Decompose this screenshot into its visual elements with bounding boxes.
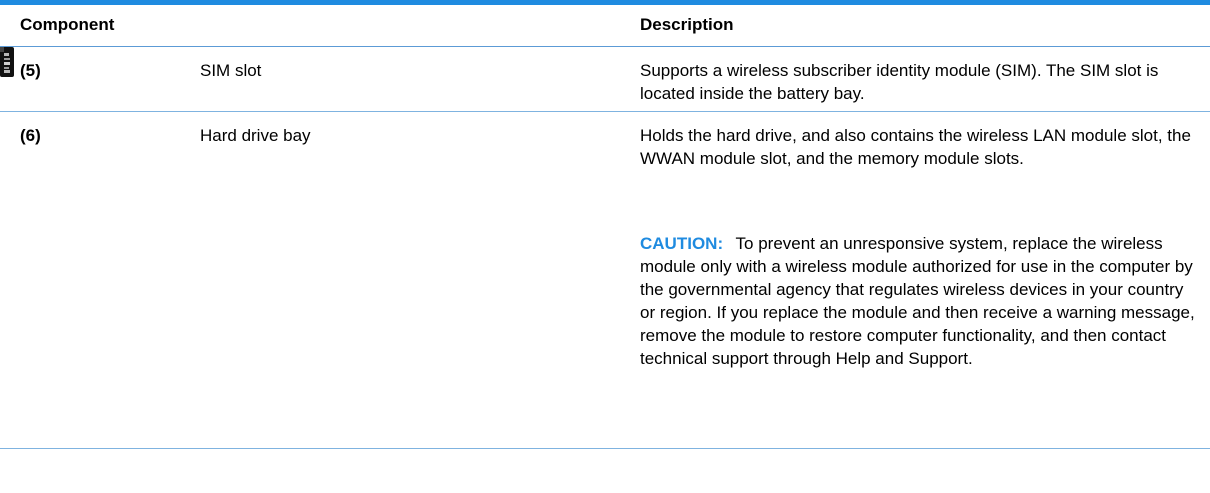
caution-label: CAUTION: xyxy=(640,234,724,253)
row-number: (5) xyxy=(20,61,41,80)
header-description: Description xyxy=(640,15,734,34)
caution-note: CAUTION: To prevent an unresponsive syst… xyxy=(640,232,1200,370)
component-description: Supports a wireless subscriber identity … xyxy=(640,61,1159,103)
table-row: (6) Hard drive bay Holds the hard drive,… xyxy=(0,112,1210,448)
component-table: Component Description (5) SIM slot Suppo… xyxy=(0,0,1210,449)
caution-text: To prevent an unresponsive system, repla… xyxy=(640,234,1195,368)
table-bottom-rule xyxy=(0,448,1210,449)
table-header-row: Component Description xyxy=(0,5,1210,46)
table-row: (5) SIM slot Supports a wireless subscri… xyxy=(0,47,1210,111)
component-name: Hard drive bay xyxy=(200,126,311,145)
component-description: Holds the hard drive, and also contains … xyxy=(640,126,1191,168)
component-name: SIM slot xyxy=(200,61,262,80)
row-number: (6) xyxy=(20,126,41,145)
header-component: Component xyxy=(20,15,115,34)
sim-card-icon xyxy=(0,47,14,77)
